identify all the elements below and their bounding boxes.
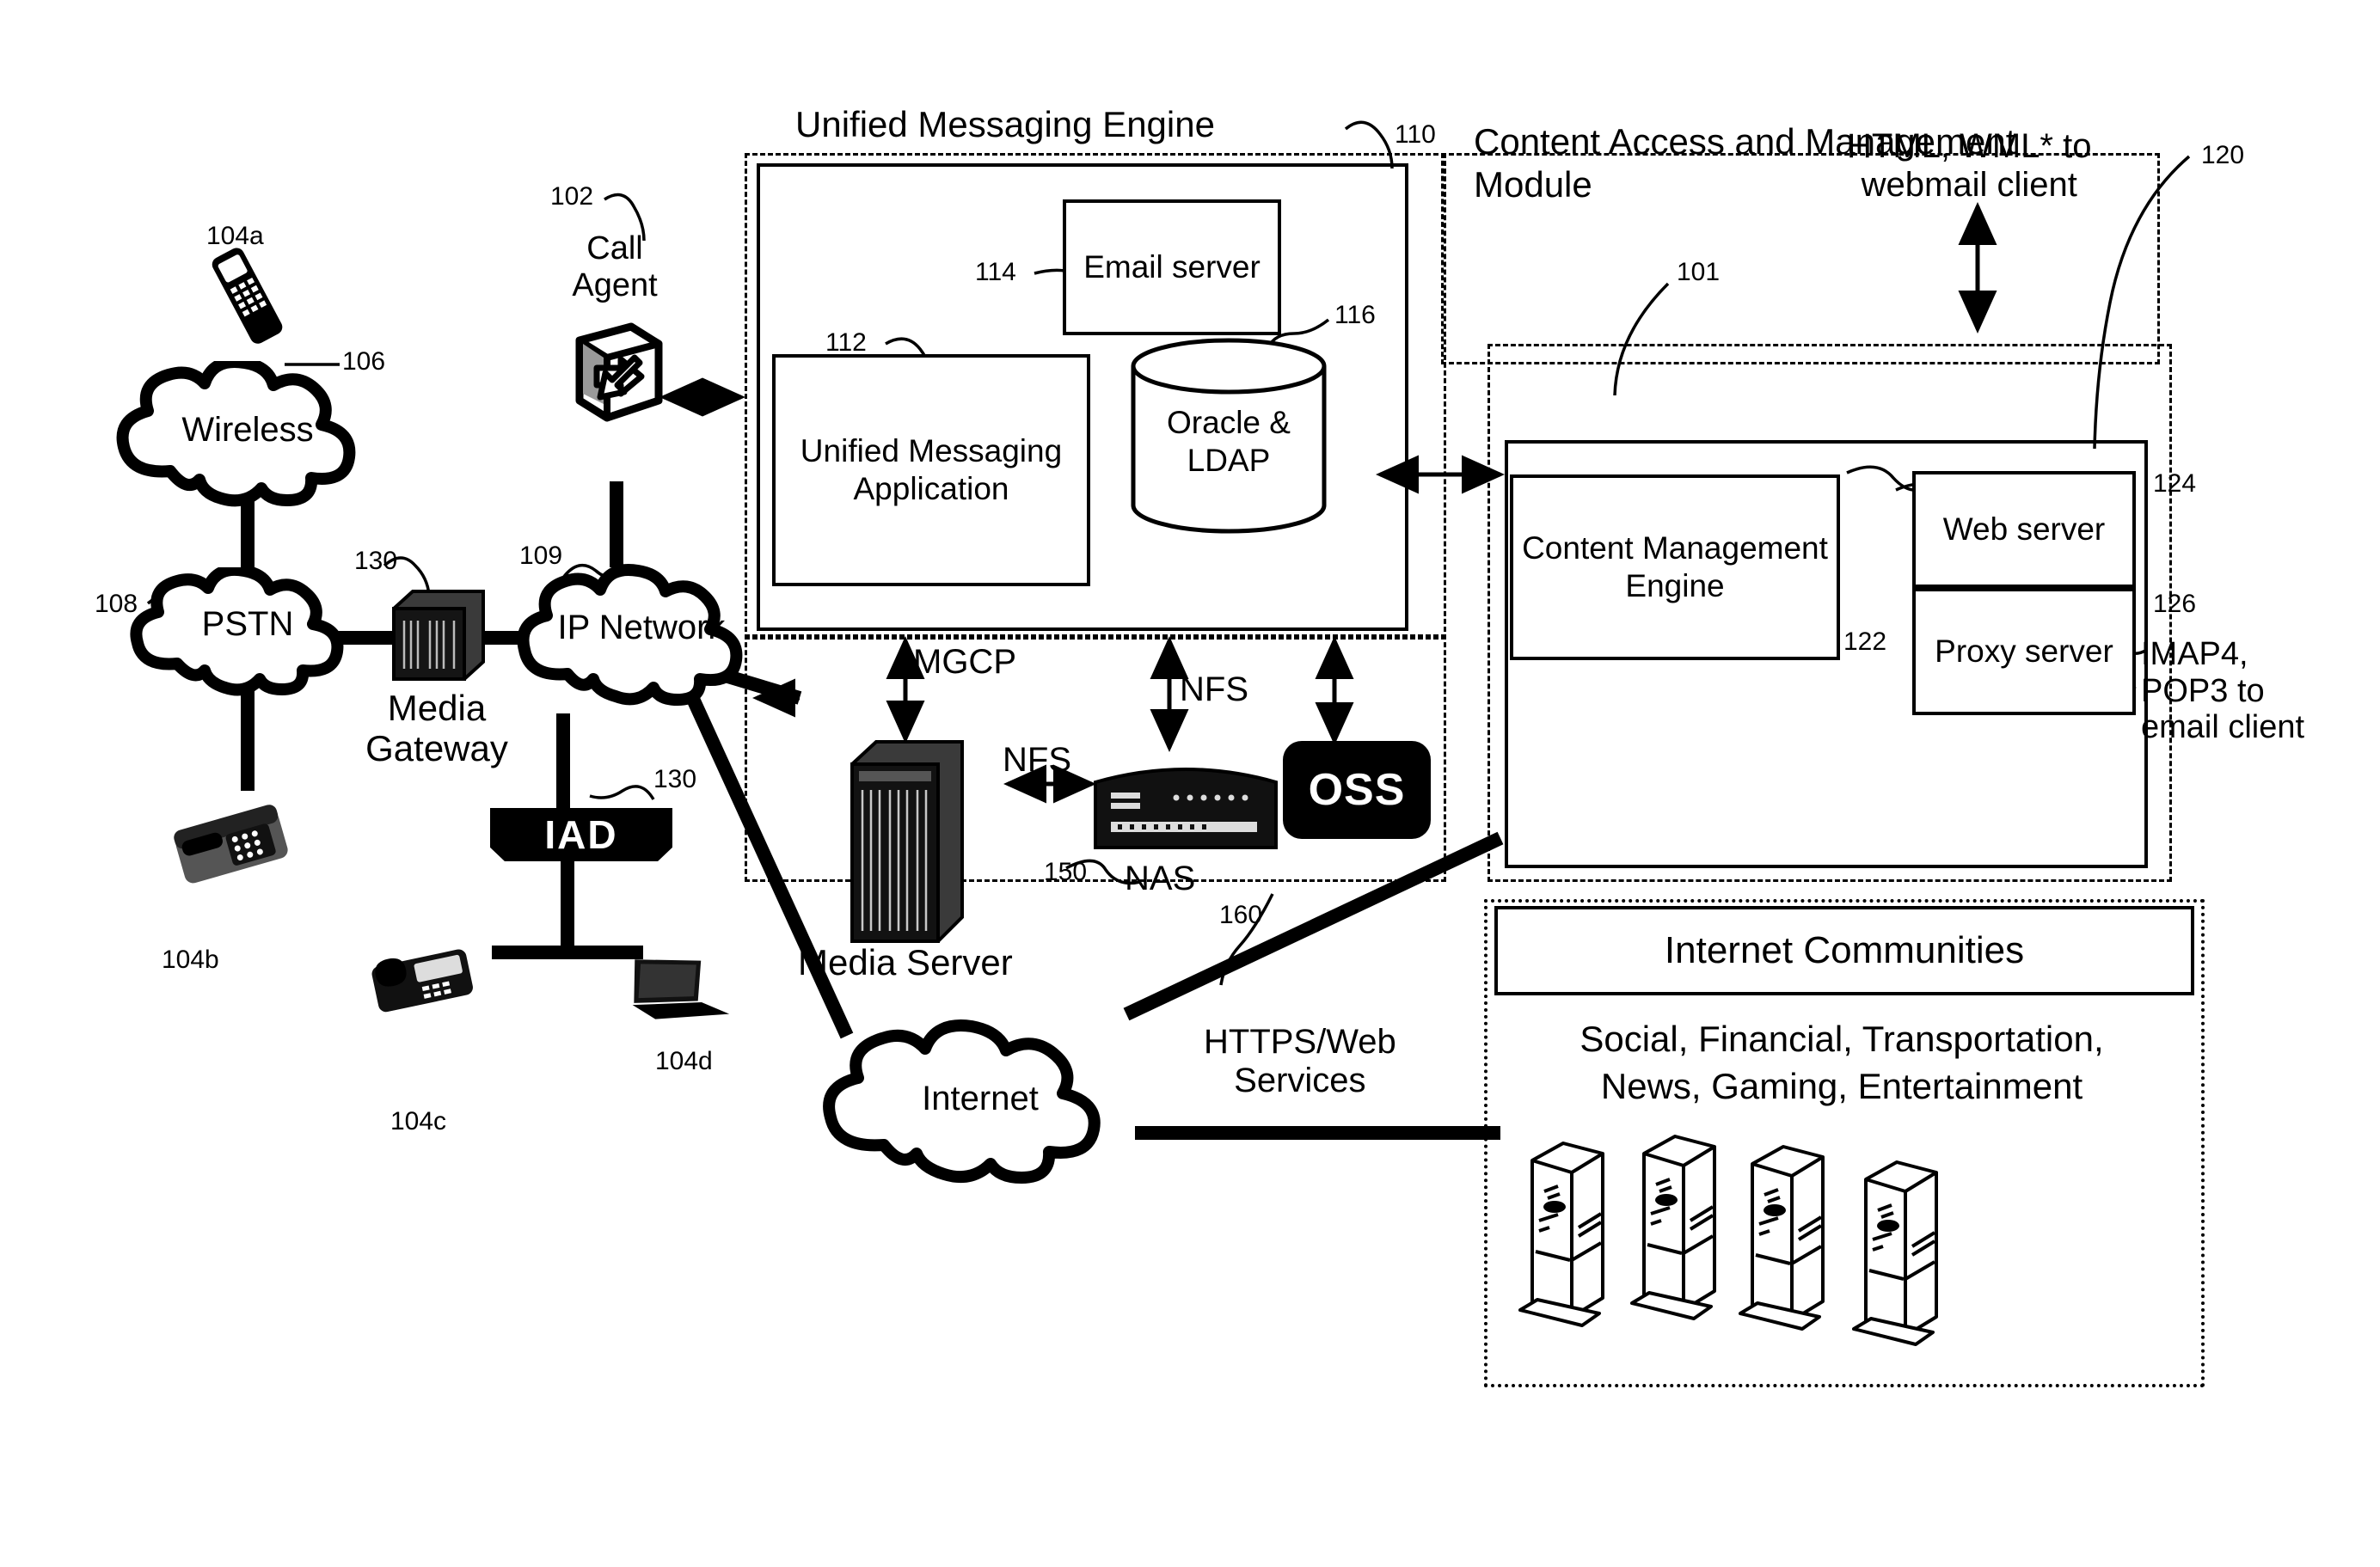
ref-124: 124 — [2153, 469, 2197, 498]
nfs-horizontal-label: NFS — [1003, 741, 1071, 779]
ref-122: 122 — [1843, 627, 1887, 656]
ref-104d: 104d — [655, 1047, 713, 1075]
media-server-label: Media Server — [798, 942, 1013, 982]
pstn-cloud: PSTN — [127, 564, 368, 696]
internet-communities-title: Internet Communities — [1664, 929, 2025, 972]
wireless-cloud: Wireless — [113, 356, 382, 511]
ref-106: 106 — [342, 347, 386, 376]
ref-104b: 104b — [162, 946, 219, 974]
ref-101: 101 — [1677, 258, 1721, 286]
email-server-box[interactable]: Email server — [1063, 199, 1281, 335]
ref-109: 109 — [519, 542, 563, 570]
pstn-cloud-label: PSTN — [201, 605, 294, 643]
internet-cloud-label: Internet — [922, 1080, 1039, 1117]
nas-label: NAS — [1125, 860, 1196, 897]
ref-104c: 104c — [390, 1107, 447, 1135]
server-tower — [1852, 1160, 1938, 1346]
https-web-services-label: HTTPS/Web Services — [1204, 1023, 1396, 1099]
ip-network-cloud: IP Network — [514, 559, 769, 715]
ref-130-iad: 130 — [653, 765, 697, 793]
nas-icon[interactable] — [1092, 758, 1279, 851]
internet-cloud: Internet — [817, 1014, 1144, 1186]
ref-130-gateway: 130 — [354, 547, 398, 575]
ref-108: 108 — [95, 590, 138, 618]
nfs-vertical-label: NFS — [1180, 670, 1248, 708]
unified-messaging-application-label: Unified Messaging Application — [800, 433, 1063, 506]
proxy-server-box[interactable]: Proxy server — [1912, 588, 2136, 715]
laptop-icon — [616, 944, 736, 1040]
internet-communities-title-box: Internet Communities — [1494, 906, 2194, 995]
mgcp-label: MGCP — [913, 643, 1016, 681]
web-server-label: Web server — [1942, 511, 2106, 548]
ref-160: 160 — [1219, 901, 1263, 929]
web-server-box[interactable]: Web server — [1912, 471, 2136, 588]
media-gateway-icon[interactable] — [389, 586, 488, 686]
ref-126: 126 — [2153, 590, 2197, 618]
wireless-cloud-label: Wireless — [181, 411, 314, 449]
mobile-phone-icon — [206, 241, 289, 352]
ref-112: 112 — [825, 328, 867, 357]
media-server-icon[interactable] — [847, 735, 967, 950]
ip-network-cloud-label: IP Network — [557, 609, 726, 646]
oracle-ldap-label: Oracle & LDAP — [1167, 405, 1291, 478]
html-wml-label: HTML, WML* to webmail client — [1847, 127, 2092, 204]
oss-box[interactable]: OSS — [1283, 741, 1431, 839]
oss-label: OSS — [1308, 765, 1406, 815]
proxy-server-label: Proxy server — [1935, 634, 2113, 670]
community-server-towers — [1513, 1135, 2012, 1350]
internet-communities-categories: Social, Financial, Transportation, News,… — [1580, 1019, 2104, 1106]
unified-messaging-application-box[interactable]: Unified Messaging Application — [772, 354, 1090, 586]
unified-messaging-engine-title: Unified Messaging Engine — [795, 104, 1215, 144]
ip-phone-icon — [361, 928, 482, 1023]
diagram-canvas: Internet Communities Unified Messaging E… — [0, 0, 2380, 1567]
server-tower — [1739, 1145, 1825, 1331]
media-gateway-label: Media Gateway — [365, 688, 508, 769]
content-management-engine-label: Content Management Engine — [1522, 530, 1828, 603]
ref-114: 114 — [975, 258, 1016, 286]
ref-102: 102 — [550, 182, 594, 211]
email-server-label: Email server — [1083, 249, 1261, 285]
iad-box[interactable]: IAD — [490, 808, 672, 861]
call-agent-icon[interactable] — [557, 318, 669, 430]
call-agent-label: Call Agent — [572, 230, 658, 303]
server-tower — [1630, 1135, 1716, 1320]
iad-label: IAD — [544, 812, 618, 857]
ref-110: 110 — [1395, 120, 1436, 149]
imap-pop3-label: IMAP4, POP3 to email client — [2141, 636, 2305, 746]
ref-104a: 104a — [206, 222, 264, 250]
ref-116: 116 — [1334, 301, 1376, 329]
desk-phone-icon — [163, 791, 298, 894]
oracle-ldap-cylinder[interactable]: Oracle & LDAP — [1130, 337, 1328, 535]
ref-150: 150 — [1044, 858, 1088, 886]
ref-120: 120 — [2201, 141, 2245, 169]
content-management-engine-box[interactable]: Content Management Engine — [1510, 474, 1840, 660]
server-tower — [1518, 1142, 1604, 1327]
